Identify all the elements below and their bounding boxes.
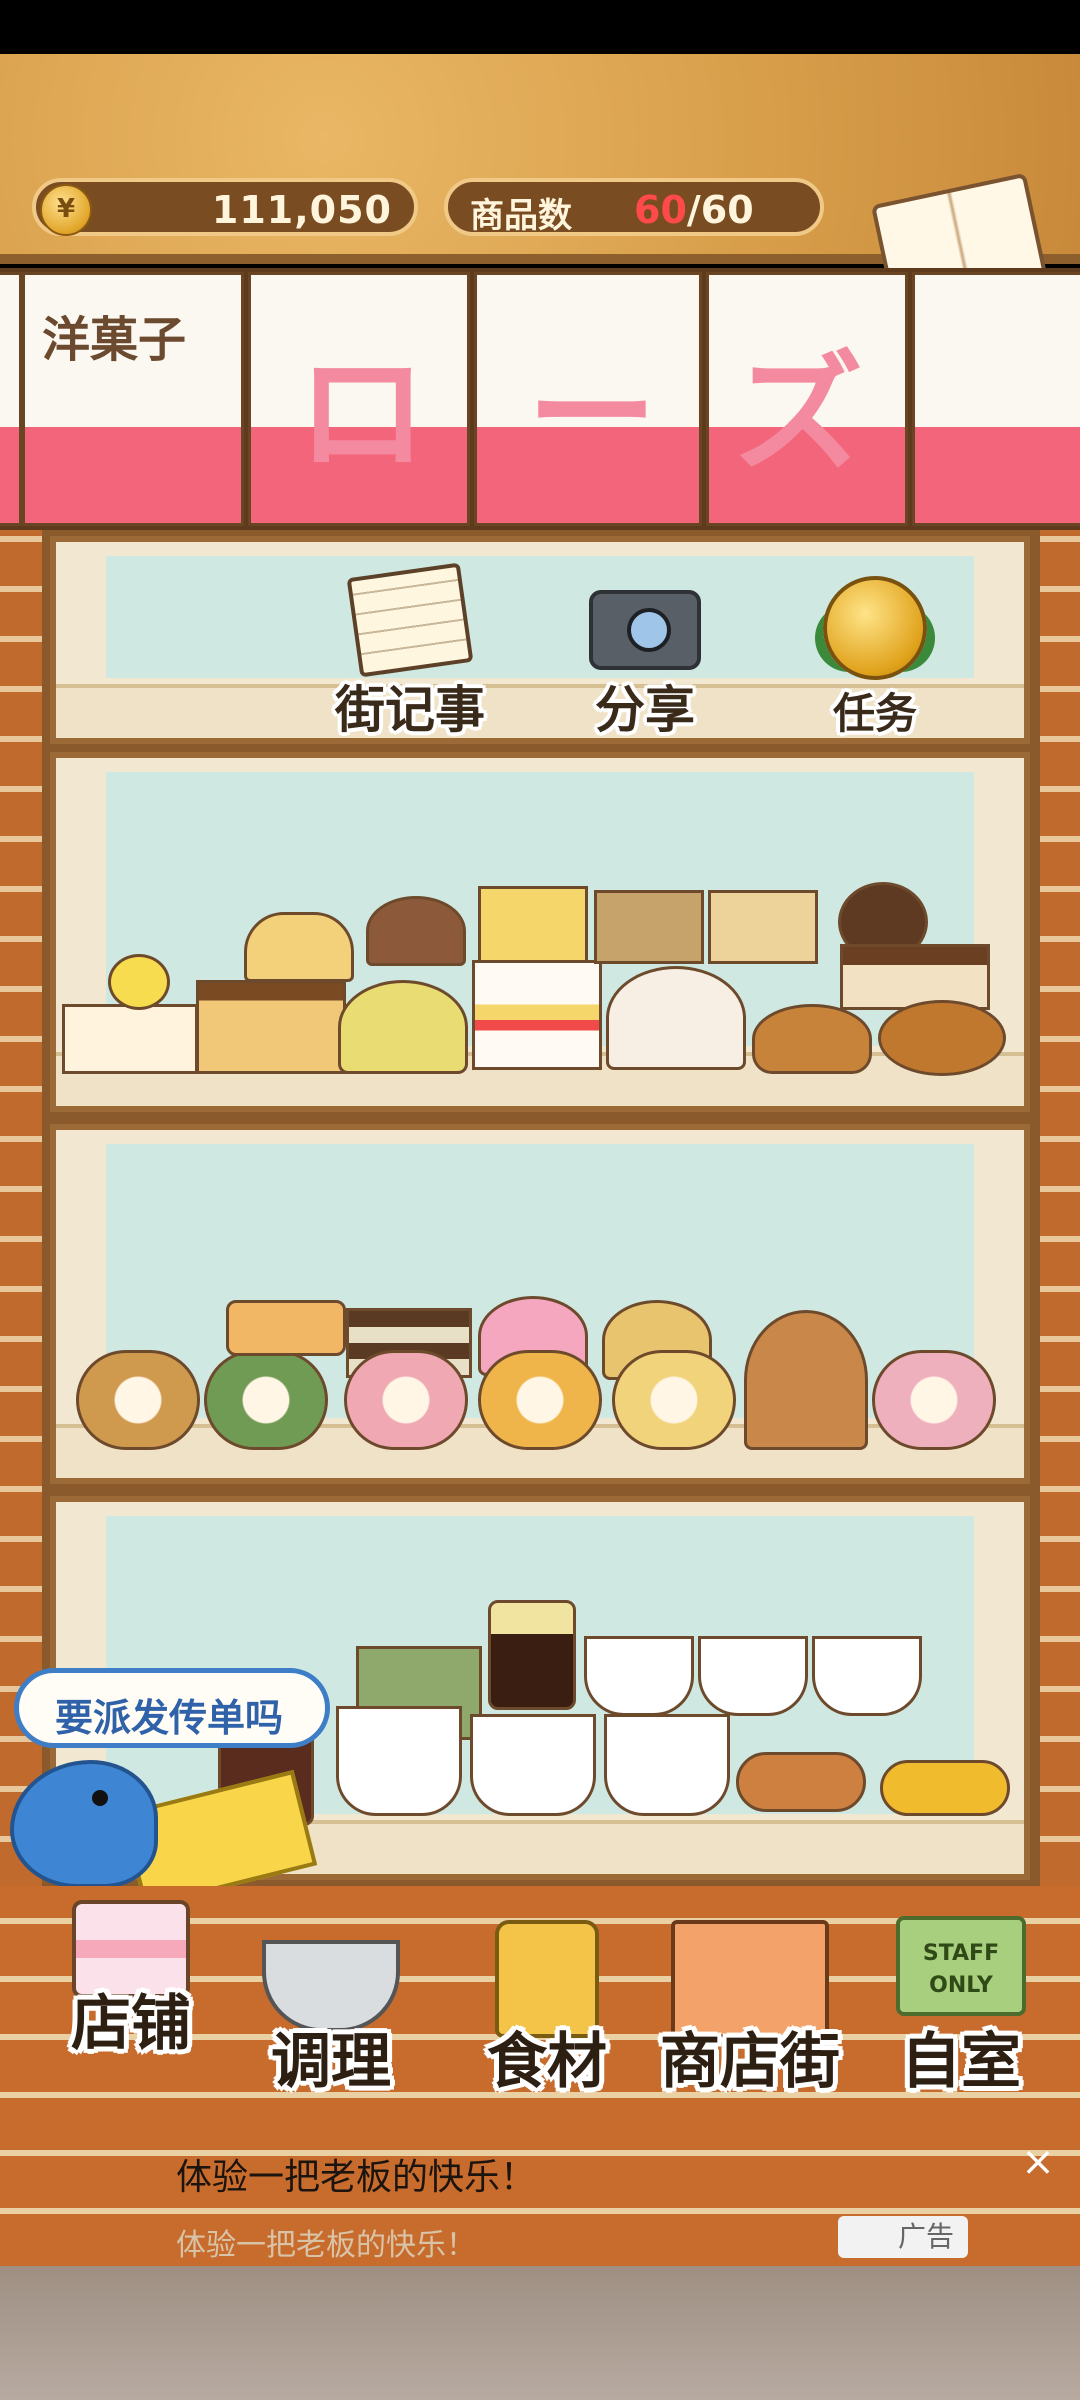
ad-close-button[interactable]: × xyxy=(1016,2140,1060,2184)
cookies-item xyxy=(880,1760,1010,1816)
money-counter: ¥ 111,050 xyxy=(32,178,418,236)
camera-icon xyxy=(589,590,701,670)
notepad-icon xyxy=(346,562,474,678)
status-bar xyxy=(0,0,1080,54)
sign-small-text: 洋菓子 xyxy=(42,312,187,368)
choux-cream-item xyxy=(744,1310,868,1450)
street-news-label: 街记事 xyxy=(335,681,485,739)
money-value: 111,050 xyxy=(211,188,392,232)
pink-roll-item xyxy=(872,1350,996,1450)
medal-icon xyxy=(823,576,927,680)
share-label: 分享 xyxy=(595,681,695,739)
nav-ingredients-label: 食材 xyxy=(487,2027,607,2097)
chocolate-slice-item xyxy=(840,944,990,1010)
daifuku-item xyxy=(606,966,746,1070)
chick-pudding-item xyxy=(108,954,170,1010)
strawberry-shortcake-item xyxy=(472,960,602,1070)
flyer-prompt-text: 要派发传单吗 xyxy=(55,1696,284,1740)
nav-shopping-street-label: 商店街 xyxy=(660,2027,840,2097)
tasks-button[interactable]: 任务 xyxy=(800,576,950,741)
coffee-jelly-item xyxy=(488,1600,576,1710)
product-count-label: 商品数 xyxy=(470,196,572,236)
nav-room-label: 自室 xyxy=(901,2027,1021,2097)
sign-tile xyxy=(0,272,22,526)
game-screen: ¥ 111,050 商品数 60/60 食谱 ロ ー ズ 洋菓子 xyxy=(0,0,1080,2400)
melon-pan-item xyxy=(338,980,468,1074)
nav-ingredients-button[interactable]: 食材 xyxy=(452,1900,642,2100)
sign-tile: ズ xyxy=(706,272,908,526)
milk-tea-cup-item xyxy=(584,1636,694,1716)
latte-cup-item xyxy=(470,1714,596,1816)
nav-shopping-street-button[interactable]: 商店街 xyxy=(640,1900,860,2100)
nav-shop-button[interactable]: 店铺 xyxy=(36,1900,226,2100)
share-button[interactable]: 分享 xyxy=(570,590,720,742)
brick-wall-right xyxy=(1040,530,1080,1886)
gingerbread-item xyxy=(736,1752,866,1812)
coin-icon: ¥ xyxy=(40,184,92,236)
roll-cake-item xyxy=(76,1350,200,1450)
bread-roll-item xyxy=(878,1000,1006,1076)
product-count-separator: / xyxy=(686,188,701,232)
cappuccino-cup-item xyxy=(336,1706,462,1816)
street-news-button[interactable]: 街记事 xyxy=(320,562,500,742)
nav-cooking-label: 调理 xyxy=(271,2027,391,2097)
sign-char: ー xyxy=(527,338,658,490)
product-count-max: 60 xyxy=(700,188,754,232)
product-count: 商品数 60/60 xyxy=(444,178,824,236)
product-count-value: 60/60 xyxy=(634,188,754,232)
strawberry-roll-item xyxy=(344,1350,468,1450)
tasks-label: 任务 xyxy=(832,689,917,738)
nav-cooking-button[interactable]: 调理 xyxy=(236,1900,426,2100)
sponge-cake-item xyxy=(478,886,588,966)
castella-item xyxy=(708,890,818,964)
nav-shop-label: 店铺 xyxy=(71,1989,191,2059)
orange-roll-item xyxy=(478,1350,602,1450)
espresso-cup-item xyxy=(812,1636,922,1716)
roll-cake-item xyxy=(244,912,354,982)
custard-roll-item xyxy=(612,1350,736,1450)
ad-badge: 广告 xyxy=(838,2216,968,2258)
matcha-roll-item xyxy=(204,1350,328,1450)
ad-title: 体验一把老板的快乐！ xyxy=(176,2157,537,2198)
pound-cake-item xyxy=(594,890,704,964)
chocolate-cake-item xyxy=(366,896,466,966)
basque-cheesecake-item xyxy=(196,980,346,1074)
pancake-stack-item xyxy=(226,1300,346,1356)
nav-room-button[interactable]: STAFF ONLY 自室 xyxy=(866,1900,1056,2100)
sign-tile: ロ xyxy=(248,272,470,526)
bird-eye xyxy=(92,1790,108,1806)
latte-cup-item xyxy=(698,1636,808,1716)
product-count-current: 60 xyxy=(634,188,687,232)
cheesecake-item xyxy=(62,1004,198,1074)
floor xyxy=(0,2266,1080,2400)
sign-tile: ー xyxy=(474,272,702,526)
sign-tile xyxy=(912,272,1080,526)
sign-char: ロ xyxy=(297,338,428,490)
sign-char: ズ xyxy=(733,338,864,490)
croissant-item xyxy=(752,1004,872,1074)
flyer-prompt-bubble[interactable]: 要派发传单吗 xyxy=(14,1668,330,1748)
staff-only-door-icon: STAFF ONLY xyxy=(896,1916,1026,2016)
coffee-cup-item xyxy=(604,1714,730,1816)
ad-subtitle: 体验一把老板的快乐！ xyxy=(176,2228,476,2263)
